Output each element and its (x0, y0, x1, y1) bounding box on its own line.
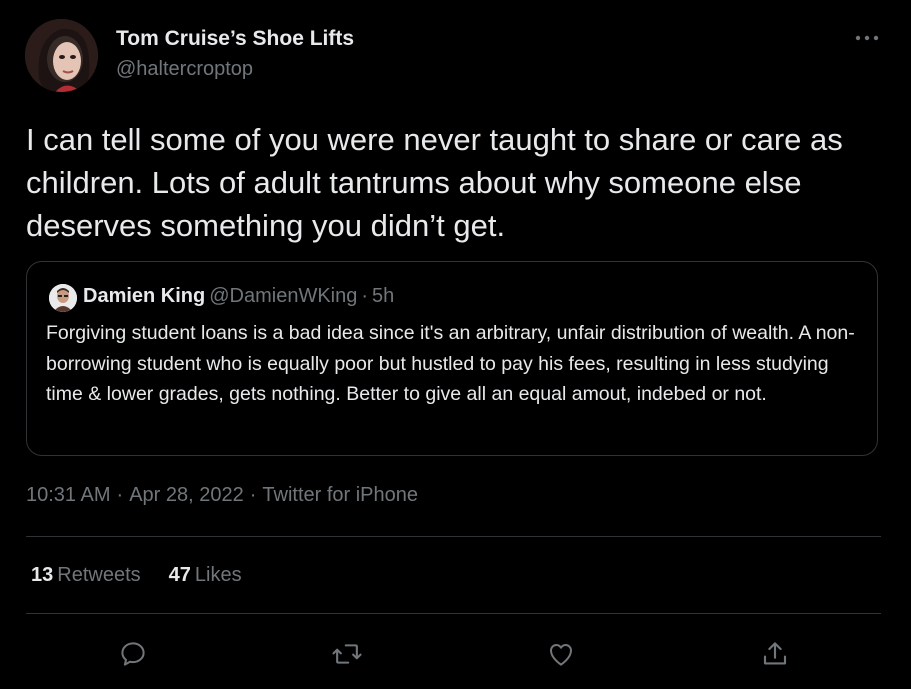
share-icon[interactable] (759, 638, 791, 670)
retweets-stat[interactable]: 13 Retweets (31, 564, 141, 586)
tweet-time[interactable]: 10:31 AM (26, 484, 111, 506)
tweet-date[interactable]: Apr 28, 2022 (129, 484, 244, 506)
author-handle[interactable]: @haltercroptop (116, 58, 253, 81)
tweet-detail: Tom Cruise’s Shoe Lifts @haltercroptop I… (0, 0, 911, 689)
likes-count: 47 (168, 564, 191, 586)
retweets-count: 13 (31, 564, 54, 586)
meta-separator: · (249, 484, 257, 506)
tweet-stats: 13 Retweets 47 Likes (31, 564, 270, 587)
meta-separator: · (116, 484, 124, 506)
quoted-tweet-header: Damien King @DamienWKing · 5h (83, 285, 394, 308)
quoted-separator: · (361, 285, 369, 307)
quoted-tweet[interactable]: Damien King @DamienWKing · 5h Forgiving stu… (26, 261, 878, 456)
likes-stat[interactable]: 47 Likes (169, 564, 242, 586)
retweet-icon[interactable] (331, 638, 363, 670)
likes-label: Likes (194, 564, 242, 586)
reply-icon[interactable] (117, 638, 149, 670)
like-icon[interactable] (545, 638, 577, 670)
quoted-author-avatar (49, 284, 77, 312)
author-name[interactable]: Tom Cruise’s Shoe Lifts (116, 27, 354, 51)
retweets-label: Retweets (57, 564, 141, 586)
divider (26, 613, 881, 614)
quoted-author-handle: @DamienWKing (209, 285, 358, 307)
tweet-metadata: 10:31 AM · Apr 28, 2022 · Twitter for iPhone (26, 484, 418, 507)
divider (26, 536, 881, 537)
quoted-author-name: Damien King (83, 285, 206, 307)
tweet-source: Twitter for iPhone (262, 484, 419, 506)
quoted-tweet-time: 5h (372, 285, 395, 307)
quoted-tweet-text: Forgiving student loans is a bad idea si… (46, 322, 855, 405)
tweet-text: I can tell some of you were never taught… (26, 122, 843, 243)
more-options-icon[interactable] (852, 28, 882, 48)
author-avatar[interactable] (25, 19, 98, 92)
